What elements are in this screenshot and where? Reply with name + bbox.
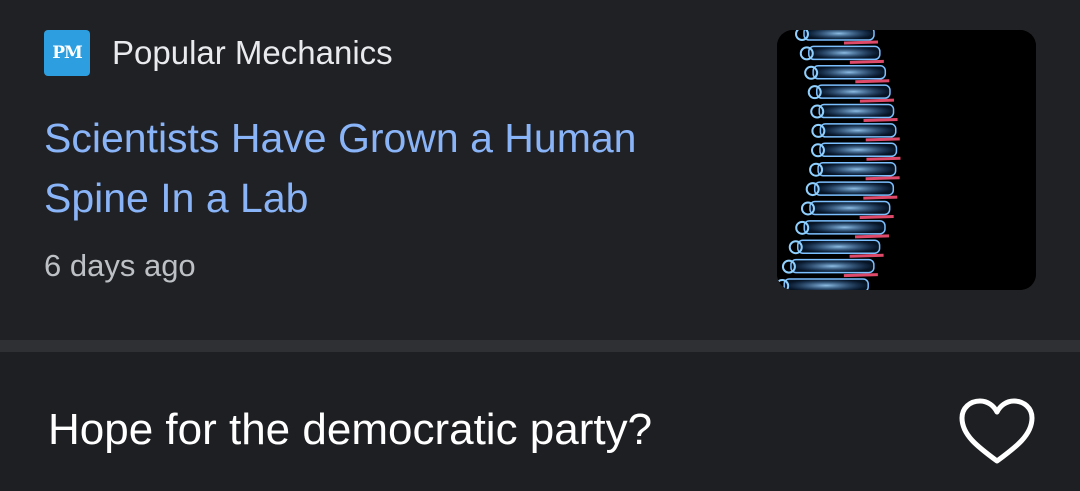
- vertebra: [817, 161, 897, 177]
- screen: PM Popular Mechanics Scientists Have Gro…: [0, 0, 1080, 491]
- spinal-disc: [866, 156, 901, 161]
- spinal-disc: [859, 214, 894, 219]
- spinal-disc: [843, 273, 878, 278]
- spinal-disc: [855, 79, 890, 84]
- spinal-disc: [843, 40, 879, 45]
- spinal-disc: [849, 59, 884, 64]
- news-card[interactable]: PM Popular Mechanics Scientists Have Gro…: [0, 0, 1080, 340]
- vertebra: [819, 123, 897, 138]
- vertebra: [813, 181, 895, 196]
- spinal-disc: [849, 253, 884, 258]
- source-logo: PM: [44, 30, 90, 76]
- vertebra: [815, 84, 891, 99]
- spinal-disc: [854, 234, 890, 239]
- vertebra: [783, 278, 869, 290]
- source-row: PM Popular Mechanics: [44, 30, 393, 76]
- heart-outline-icon[interactable]: [958, 397, 1036, 465]
- vertebra: [803, 220, 886, 235]
- spine-xray-image: [777, 30, 1036, 290]
- article-timestamp: 6 days ago: [44, 248, 196, 283]
- article-thumbnail[interactable]: [777, 30, 1036, 290]
- vertebra: [812, 65, 887, 80]
- vertebra: [790, 258, 875, 274]
- divider: [0, 340, 1080, 352]
- vertebra: [818, 103, 895, 119]
- spinal-disc: [863, 195, 898, 200]
- vertebra: [796, 239, 881, 254]
- spinal-disc: [865, 137, 900, 142]
- article-headline[interactable]: Scientists Have Grown a Human Spine In a…: [44, 108, 684, 228]
- spinal-disc: [865, 176, 900, 181]
- vertebra: [808, 45, 881, 61]
- caption-text: Hope for the democratic party?: [48, 405, 653, 454]
- source-name: Popular Mechanics: [112, 34, 393, 71]
- vertebra: [819, 142, 898, 158]
- vertebra: [809, 200, 891, 216]
- spinal-disc: [863, 118, 898, 123]
- vertebra: [803, 30, 875, 41]
- spinal-disc: [859, 98, 895, 103]
